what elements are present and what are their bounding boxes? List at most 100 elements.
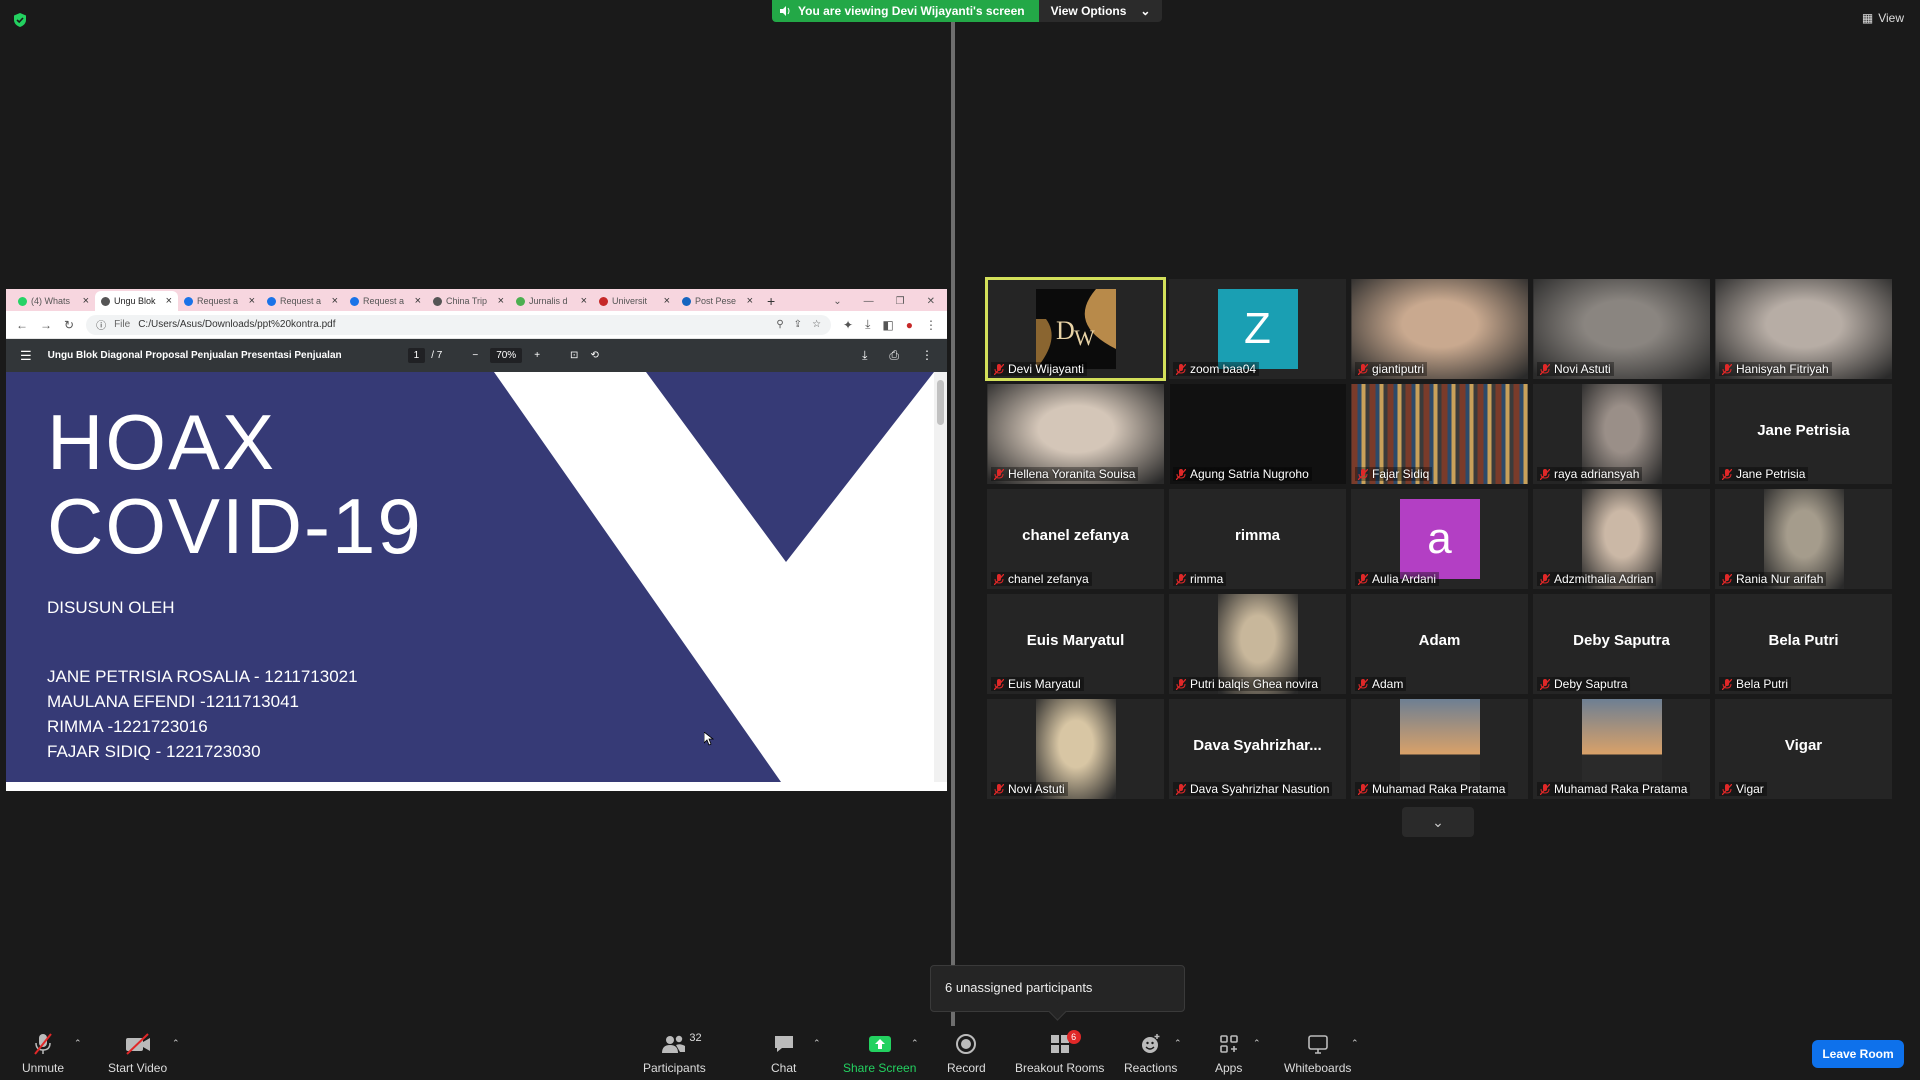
gallery-next-page-button[interactable]: ⌄ [1402, 807, 1474, 837]
minimize-icon[interactable]: — [864, 296, 874, 307]
unassigned-participants-tooltip[interactable]: 6 unassigned participants [930, 965, 1185, 1012]
back-icon[interactable]: ← [16, 318, 28, 332]
browser-tab[interactable]: Request a × [178, 291, 261, 311]
chat-button[interactable]: Chat [771, 1032, 796, 1075]
close-window-icon[interactable]: ✕ [927, 296, 935, 307]
shield-icon[interactable] [12, 12, 28, 28]
browser-tab[interactable]: (4) Whats × [12, 291, 95, 311]
close-tab-icon[interactable]: × [83, 295, 89, 307]
leave-room-button[interactable]: Leave Room [1812, 1040, 1904, 1068]
participant-tile[interactable]: Putri balqis Ghea novira [1169, 594, 1346, 694]
share-options-caret[interactable]: ⌃ [911, 1038, 919, 1049]
participant-tile[interactable]: Novi Astuti [987, 699, 1164, 799]
view-button[interactable]: ▦ View [1862, 11, 1904, 25]
reactions-button[interactable]: Reactions [1124, 1032, 1177, 1075]
participant-tile[interactable]: giantiputri [1351, 279, 1528, 379]
participant-tile[interactable]: Adzmithalia Adrian [1533, 489, 1710, 589]
view-options-button[interactable]: View Options ⌄ [1038, 0, 1163, 22]
new-tab-button[interactable]: + [767, 291, 775, 311]
close-tab-icon[interactable]: × [249, 295, 255, 307]
participant-tile[interactable]: Rania Nur arifah [1715, 489, 1892, 589]
star-icon[interactable]: ☆ [812, 319, 821, 330]
participant-tile[interactable]: Muhamad Raka Pratama [1533, 699, 1710, 799]
participant-tile[interactable]: Zzoom baa04 [1169, 279, 1346, 379]
browser-tab[interactable]: Universit × [593, 291, 676, 311]
participant-tile[interactable]: Muhamad Raka Pratama [1351, 699, 1528, 799]
close-tab-icon[interactable]: × [166, 295, 172, 307]
participant-tile[interactable]: Agung Satria Nugroho [1169, 384, 1346, 484]
participant-tile[interactable]: chanel zefanya chanel zefanya [987, 489, 1164, 589]
participant-tile[interactable]: Dava Syahrizhar... Dava Syahrizhar Nasuti… [1169, 699, 1346, 799]
browser-tab[interactable]: China Trip × [427, 291, 510, 311]
participant-tile[interactable]: Jane Petrisia Jane Petrisia [1715, 384, 1892, 484]
participant-tile[interactable]: rimma rimma [1169, 489, 1346, 589]
pdf-more-icon[interactable]: ⋮ [921, 348, 933, 363]
zoom-out-icon[interactable]: − [472, 350, 478, 361]
whiteboards-options-caret[interactable]: ⌃ [1351, 1038, 1359, 1049]
participant-tile[interactable]: a Aulia Ardani [1351, 489, 1528, 589]
share-screen-button[interactable]: Share Screen [843, 1032, 916, 1075]
participant-tile[interactable]: raya adriansyah [1533, 384, 1710, 484]
participant-tile[interactable]: Euis Maryatul Euis Maryatul [987, 594, 1164, 694]
zoom-in-icon[interactable]: + [534, 350, 540, 361]
close-tab-icon[interactable]: × [747, 295, 753, 307]
participant-tile[interactable]: D W Devi Wijayanti [985, 277, 1166, 381]
participant-tile[interactable]: Adam Adam [1351, 594, 1528, 694]
participant-name: Hellena Yoranita Souisa [1008, 467, 1136, 481]
browser-tab[interactable]: Request a × [344, 291, 427, 311]
menu-icon[interactable]: ⋮ [925, 318, 937, 332]
close-tab-icon[interactable]: × [332, 295, 338, 307]
reload-icon[interactable]: ↻ [64, 318, 74, 332]
apps-button[interactable]: Apps [1215, 1032, 1242, 1075]
unmute-button[interactable]: Unmute [22, 1032, 64, 1075]
hamburger-icon[interactable]: ☰ [20, 348, 32, 364]
participant-tile[interactable]: Novi Astuti [1533, 279, 1710, 379]
pdf-download-icon[interactable]: ⤓ [862, 348, 867, 363]
breakout-rooms-label: Breakout Rooms [1015, 1061, 1105, 1075]
browser-tab[interactable]: Post Pese × [676, 291, 759, 311]
page-input[interactable]: 1 [407, 348, 426, 363]
close-tab-icon[interactable]: × [498, 295, 504, 307]
browser-tab[interactable]: Request a × [261, 291, 344, 311]
reactions-options-caret[interactable]: ⌃ [1174, 1038, 1182, 1049]
breakout-rooms-button[interactable]: 6 Breakout Rooms [1015, 1030, 1105, 1075]
participant-tile[interactable]: Hellena Yoranita Souisa [987, 384, 1164, 484]
participant-tile[interactable]: Hanisyah Fitriyah [1715, 279, 1892, 379]
scroll-thumb[interactable] [937, 380, 944, 425]
chat-options-caret[interactable]: ⌃ [813, 1038, 821, 1049]
zoom-icon[interactable]: ⚲ [776, 319, 783, 330]
whiteboards-button[interactable]: Whiteboards [1284, 1032, 1351, 1075]
participant-name-label: Devi Wijayanti [991, 362, 1088, 376]
rotate-icon[interactable]: ⟲ [590, 350, 598, 361]
participants-button[interactable]: 32 Participants [643, 1032, 706, 1075]
maximize-icon[interactable]: ❐ [896, 296, 905, 307]
pdf-scrollbar[interactable] [934, 372, 947, 782]
share-screen-label: Share Screen [843, 1061, 917, 1075]
sidepanel-icon[interactable]: ◧ [882, 318, 893, 332]
address-bar[interactable]: ⓘ File C:/Users/Asus/Downloads/ppt%20kon… [86, 314, 832, 335]
audio-options-caret[interactable]: ⌃ [74, 1038, 82, 1049]
participant-tile[interactable]: Fajar Sidiq [1351, 384, 1528, 484]
split-divider[interactable] [951, 22, 955, 1026]
participant-tile[interactable]: Deby Saputra Deby Saputra [1533, 594, 1710, 694]
fit-page-icon[interactable]: ⊡ [570, 350, 578, 361]
video-options-caret[interactable]: ⌃ [172, 1038, 180, 1049]
extensions-icon[interactable]: ✦ [843, 318, 853, 332]
forward-icon[interactable]: → [40, 318, 52, 332]
record-button[interactable]: Record [947, 1032, 986, 1075]
close-tab-icon[interactable]: × [581, 295, 587, 307]
profile-avatar[interactable]: ● [906, 318, 913, 332]
close-tab-icon[interactable]: × [415, 295, 421, 307]
zoom-level[interactable]: 70% [490, 348, 523, 363]
print-icon[interactable]: ⎙ [889, 348, 899, 363]
browser-tab[interactable]: Jurnalis d × [510, 291, 593, 311]
start-video-button[interactable]: Start Video [108, 1032, 167, 1075]
apps-options-caret[interactable]: ⌃ [1253, 1038, 1261, 1049]
participant-tile[interactable]: Vigar Vigar [1715, 699, 1892, 799]
share-icon[interactable]: ⇪ [794, 319, 802, 330]
browser-tab[interactable]: Ungu Blok × [95, 291, 178, 311]
tab-search-icon[interactable]: ⌄ [833, 296, 841, 307]
participant-tile[interactable]: Bela Putri Bela Putri [1715, 594, 1892, 694]
close-tab-icon[interactable]: × [664, 295, 670, 307]
download-icon[interactable]: ⤓ [865, 317, 870, 332]
